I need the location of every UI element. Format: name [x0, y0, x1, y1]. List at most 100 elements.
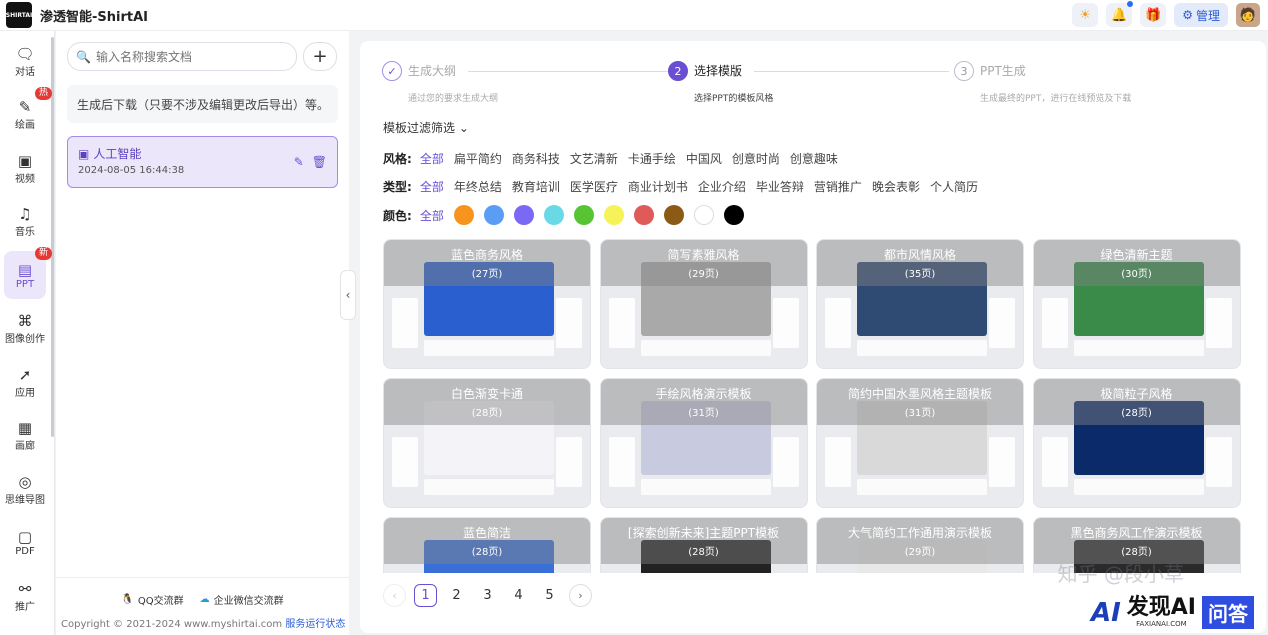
add-document-button[interactable]: + [303, 42, 337, 71]
user-avatar[interactable]: 🧑 [1236, 3, 1260, 27]
step-generate-desc: 生成最终的PPT，进行在线预览及下载 [980, 94, 1132, 104]
document-item[interactable]: ▣ 人工智能 2024-08-05 16:44:38 ✎ 🗑 [67, 136, 338, 188]
color-swatch[interactable] [603, 205, 624, 225]
gift-icon[interactable]: 🎁 [1140, 3, 1167, 27]
sidebar-item-handshake[interactable]: ⚯ 推广 [4, 572, 46, 620]
style-option-2[interactable]: 商务科技 [512, 150, 560, 167]
color-swatch[interactable] [543, 205, 564, 225]
page-number[interactable]: 3 [476, 584, 499, 607]
template-pages: (29页) [904, 547, 936, 558]
page-number[interactable]: 5 [538, 584, 561, 607]
template-card[interactable]: 手绘风格演示模板 (31页) [599, 378, 808, 508]
admin-label: 管理 [1195, 8, 1220, 23]
color-filter-all[interactable]: 全部 [420, 207, 444, 224]
style-option-1[interactable]: 扁平简约 [454, 150, 502, 167]
type-option-2[interactable]: 教育培训 [512, 178, 560, 195]
template-pages: (31页) [904, 408, 936, 419]
style-option-4[interactable]: 卡通手绘 [628, 150, 676, 167]
type-option-9[interactable]: 个人简历 [930, 178, 978, 195]
color-swatch[interactable] [513, 205, 534, 225]
style-option-0[interactable]: 全部 [420, 150, 444, 167]
color-swatch[interactable] [663, 205, 684, 225]
template-card[interactable]: 绿色清新主题 (30页) [1032, 239, 1241, 369]
filter-header: 模板过滤筛选 [383, 121, 456, 135]
template-title: 手绘风格演示模板 [655, 387, 752, 401]
thumb-strip [1073, 479, 1204, 495]
template-card[interactable]: 简写素雅风格 (29页) [599, 239, 808, 369]
sidebar-item-chat[interactable]: 🗨 对话 [4, 37, 46, 85]
page-number[interactable]: 4 [507, 584, 530, 607]
template-title: 黑色商务风工作演示模板 [1070, 526, 1203, 540]
sidebar-scrollbar[interactable] [51, 37, 54, 437]
edit-icon[interactable]: ✎ [294, 155, 304, 169]
type-option-7[interactable]: 营销推广 [814, 178, 862, 195]
delete-icon[interactable]: 🗑 [312, 155, 327, 169]
template-card[interactable]: [探索创新未来]主题PPT模板 (28页) [599, 517, 808, 573]
ppt-icon: ▤ [17, 260, 33, 279]
search-box[interactable]: 🔍 [67, 42, 297, 71]
sidebar-item-ppt[interactable]: ▤ PPT 新 [4, 247, 52, 299]
template-pages: (35页) [904, 269, 936, 280]
style-option-5[interactable]: 中国风 [686, 150, 722, 167]
template-card[interactable]: 大气简约工作通用演示模板 (29页) [816, 517, 1024, 573]
sidebar-item-mindmap[interactable]: ◎ 思维导图 [4, 465, 46, 513]
sidebar-item-video[interactable]: ▣ 视频 [4, 144, 46, 192]
sidebar-item-paint[interactable]: ✎ 绘画 热 [4, 86, 52, 139]
style-option-6[interactable]: 创意时尚 [732, 150, 780, 167]
step-template[interactable]: 2 选择模版 选择PPT的模板风格 [668, 61, 773, 104]
template-card[interactable]: 蓝色简洁 (28页) [383, 517, 591, 573]
style-option-3[interactable]: 文艺清新 [570, 150, 618, 167]
main-panel: ✓ 生成大纲 通过您的要求生成大纲 2 选择模版 选择PPT的模板风格 3 PP… [360, 41, 1266, 633]
template-card[interactable]: 极简粒子风格 (28页) [1032, 378, 1241, 508]
type-option-1[interactable]: 年终总结 [454, 178, 502, 195]
style-option-7[interactable]: 创意趣味 [790, 150, 838, 167]
step-outline[interactable]: ✓ 生成大纲 通过您的要求生成大纲 [382, 61, 498, 104]
step-outline-desc: 通过您的要求生成大纲 [408, 94, 499, 104]
type-option-6[interactable]: 毕业答辩 [756, 178, 804, 195]
step-number: 2 [668, 61, 688, 81]
sidebar-item-music[interactable]: ♫ 音乐 [4, 198, 46, 246]
sidebar-item-label: 音乐 [15, 227, 35, 238]
color-swatch[interactable] [693, 205, 714, 225]
admin-button[interactable]: ⚙ 管理 [1174, 3, 1228, 27]
page-number[interactable]: 1 [414, 584, 437, 607]
sidebar-item-gallery[interactable]: ▦ 画廊 [4, 412, 46, 460]
thumb-side [392, 437, 418, 487]
type-option-8[interactable]: 晚会表彰 [872, 178, 920, 195]
app-logo[interactable]: SHIRTAI [6, 2, 32, 28]
template-card[interactable]: 蓝色商务风格 (27页) [383, 239, 591, 369]
qq-group-link[interactable]: 🐧 QQ交流群 [121, 592, 183, 607]
color-swatch[interactable] [723, 205, 744, 225]
step-connector [468, 71, 668, 72]
color-swatch[interactable] [483, 205, 504, 225]
template-card[interactable]: 白色渐变卡通 (28页) [383, 378, 591, 508]
type-option-5[interactable]: 企业介绍 [698, 178, 746, 195]
color-swatch[interactable] [573, 205, 594, 225]
sidebar-item-image-create[interactable]: ⌘ 图像创作 [4, 305, 46, 353]
theme-sun-icon[interactable]: ☀ [1072, 3, 1099, 27]
type-option-0[interactable]: 全部 [420, 178, 444, 195]
thumb-side [556, 298, 582, 348]
sidebar-item-rocket[interactable]: ➚ 应用 [4, 358, 46, 406]
template-card[interactable]: 简约中国水墨风格主题模板 (31页) [816, 378, 1024, 508]
collapse-panel-button[interactable]: ‹ [340, 270, 356, 320]
search-input[interactable] [95, 49, 286, 64]
next-page-button[interactable]: › [569, 584, 592, 607]
step-generate[interactable]: 3 PPT生成 生成最终的PPT，进行在线预览及下载 [954, 61, 1131, 104]
filter-toggle[interactable]: 模板过滤筛选 ⌄ [383, 119, 469, 136]
step-number: 3 [954, 61, 974, 81]
notification-bell-icon[interactable]: 🔔 [1106, 1, 1134, 27]
sidebar-badge: 热 [34, 86, 52, 100]
type-option-4[interactable]: 商业计划书 [628, 178, 688, 195]
page-number[interactable]: 2 [445, 584, 468, 607]
color-swatch[interactable] [633, 205, 654, 225]
service-status-link[interactable]: 服务运行状态 [285, 619, 345, 630]
type-option-3[interactable]: 医学医疗 [570, 178, 618, 195]
color-swatch[interactable] [453, 205, 474, 225]
template-card[interactable]: 都市风情风格 (35页) [816, 239, 1024, 369]
prev-page-button[interactable]: ‹ [383, 584, 406, 607]
sidebar-item-pdf[interactable]: ▢ PDF [4, 519, 46, 567]
wechat-group-link[interactable]: ☁ 企业微信交流群 [200, 592, 284, 607]
copyright: Copyright © 2021-2024 www.myshirtai.com … [61, 615, 345, 630]
template-overlay: 都市风情风格 (35页) [817, 240, 1023, 286]
